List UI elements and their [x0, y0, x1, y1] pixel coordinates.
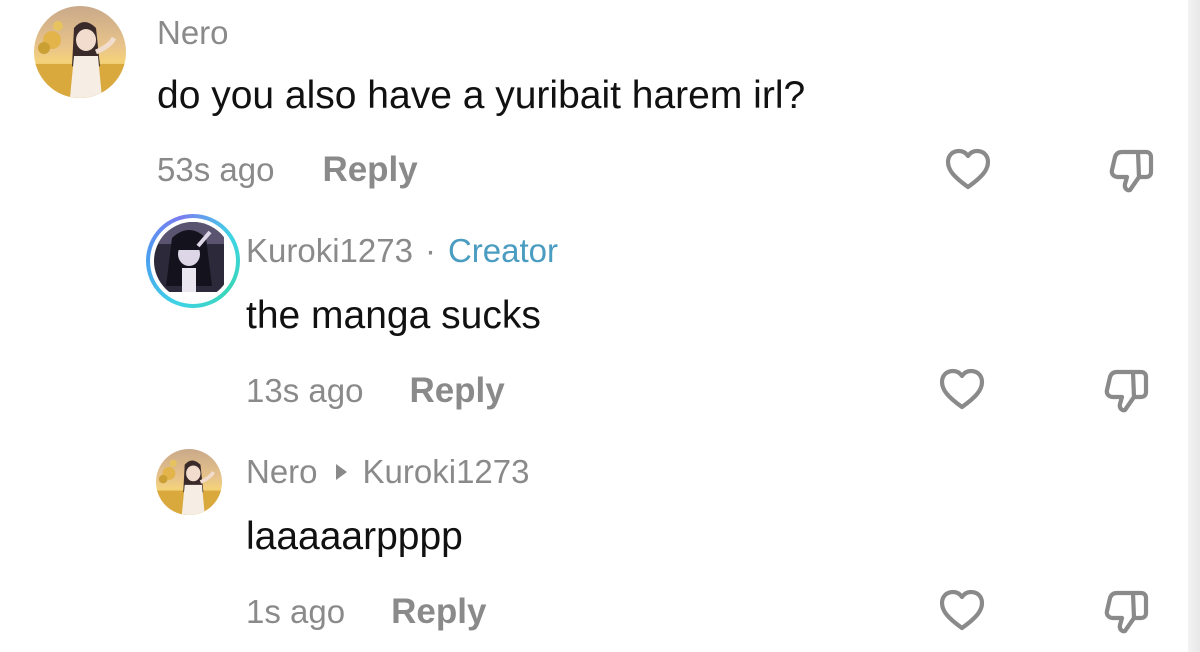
avatar-nero[interactable] — [156, 449, 222, 515]
comment-timestamp: 53s ago — [157, 151, 275, 188]
thumbs-down-icon[interactable] — [1108, 146, 1156, 194]
comment-timestamp: 1s ago — [246, 593, 346, 630]
comment-meta: 13s ago Reply — [246, 371, 505, 411]
avatar-nero[interactable] — [34, 6, 126, 98]
reply-arrow-icon — [335, 464, 347, 480]
thumbs-down-icon[interactable] — [1103, 587, 1151, 635]
comment-text: laaaaarpppp — [246, 515, 463, 558]
reply-button[interactable]: Reply — [409, 371, 504, 411]
comment-reply-creator: Kuroki1273 · Creator the manga sucks 13s… — [0, 210, 1190, 435]
username-text[interactable]: Nero — [157, 14, 229, 52]
comment-text: do you also have a yuribait harem irl? — [157, 74, 806, 117]
comment-timestamp: 13s ago — [246, 372, 364, 409]
scroll-edge — [1188, 0, 1200, 652]
comments-thread: Nero do you also have a yuribait harem i… — [0, 0, 1200, 652]
avatar-image — [154, 222, 232, 300]
comment-username[interactable]: Nero — [157, 14, 229, 52]
creator-badge: Creator — [447, 232, 558, 269]
reply-button[interactable]: Reply — [391, 592, 486, 632]
heart-icon[interactable] — [938, 587, 986, 635]
comment-username: Kuroki1273 · Creator — [246, 232, 558, 270]
comment-top-level: Nero do you also have a yuribait harem i… — [0, 0, 1190, 210]
comment-meta: 1s ago Reply — [246, 592, 486, 632]
thumbs-down-icon[interactable] — [1103, 366, 1151, 414]
avatar-kuroki1273[interactable] — [146, 214, 240, 308]
comment-text: the manga sucks — [246, 294, 541, 337]
comment-meta: 53s ago Reply — [157, 150, 418, 190]
username-text[interactable]: Kuroki1273 — [246, 232, 413, 270]
comment-username: Nero Kuroki1273 — [246, 453, 529, 491]
comment-reply-nested: Nero Kuroki1273 laaaaarpppp 1s ago Reply — [0, 435, 1190, 652]
username-text[interactable]: Nero — [246, 453, 318, 491]
reply-button[interactable]: Reply — [322, 150, 417, 190]
heart-icon[interactable] — [944, 146, 992, 194]
separator-dot: · — [424, 232, 436, 269]
heart-icon[interactable] — [938, 366, 986, 414]
reply-to-username[interactable]: Kuroki1273 — [363, 453, 530, 491]
